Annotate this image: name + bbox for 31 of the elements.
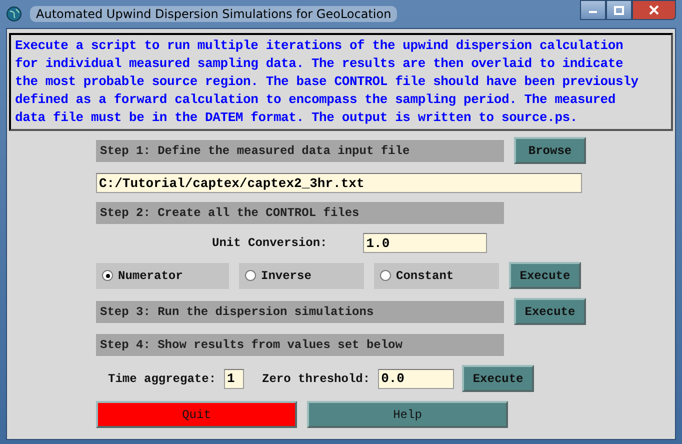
zero-threshold-label: Zero threshold: [262,372,370,386]
unit-conversion-field[interactable]: 1.0 [363,233,488,253]
radio-option[interactable]: Inverse [239,262,364,288]
radio-button[interactable] [245,270,256,281]
close-icon [649,5,659,15]
execute-button[interactable]: Execute [462,365,534,392]
step-label: Step 2: Create all the CONTROL files [96,202,504,224]
step-label: Step 3: Run the dispersion simulations [96,300,504,322]
step-label: Step 1: Define the measured data input file [96,140,504,162]
close-button[interactable] [632,0,676,20]
window-title: Automated Upwind Dispersion Simulations for GeoLocation [30,6,398,22]
description-text: Execute a script to run multiple iterations of the upwind dispersion calculation for individual measured sampling data. The results are then overlaid to indicate the most probable source region. The base CONTROL file should have been previously defined as a forward calculation to encompass the sampling period. The measured data file must be in the DATEM format. The output is written to source.ps. [9,33,673,131]
unit-conversion-label: Unit Conversion: [212,236,328,250]
execute-button[interactable]: Execute [509,262,581,289]
help-button[interactable]: Help [307,401,508,428]
zero-threshold-field[interactable]: 0.0 [378,368,454,388]
radio-option[interactable]: Constant [374,262,499,288]
execute-button[interactable]: Execute [514,298,586,325]
radio-option[interactable]: Numerator [96,262,229,288]
time-aggregate-field[interactable]: 1 [224,368,244,388]
radio-button[interactable] [102,270,113,281]
minimize-button[interactable] [580,0,606,20]
step-label: Step 4: Show results from values set below [96,334,504,356]
time-aggregate-label: Time aggregate: [108,372,216,386]
maximize-icon [614,6,624,14]
quit-button[interactable]: Quit [96,401,297,428]
file-path-field[interactable]: C:/Tutorial/captex/captex2_3hr.txt [96,173,582,193]
maximize-button[interactable] [606,0,632,20]
globe-icon [6,6,22,22]
browse-button[interactable]: Browse [514,137,586,164]
radio-button[interactable] [380,270,391,281]
